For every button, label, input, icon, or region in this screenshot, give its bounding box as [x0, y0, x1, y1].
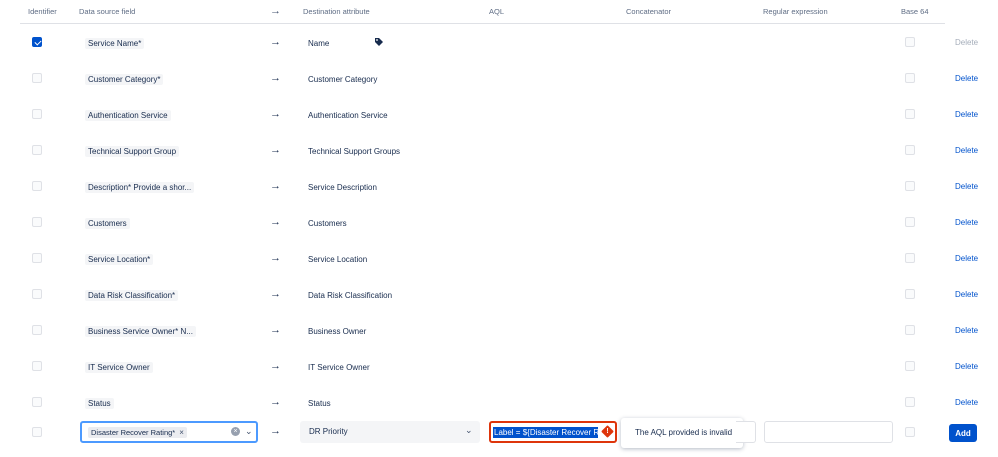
table-row: Customers → Customers Delete [0, 180, 998, 229]
new-row-identifier-checkbox[interactable] [32, 427, 42, 437]
source-field-chip: Status [85, 398, 114, 409]
new-row-base64-checkbox[interactable] [905, 427, 915, 437]
source-field-select[interactable]: Disaster Recover Rating* × × ⌄ [80, 421, 258, 443]
destination-attribute-label: Status [308, 399, 331, 408]
table-row: Status → Status Delete [0, 360, 998, 409]
regular-expression-input[interactable] [764, 421, 893, 443]
base64-checkbox[interactable] [905, 397, 915, 407]
delete-button[interactable]: Delete [955, 398, 978, 407]
add-button[interactable]: Add [949, 424, 977, 442]
table-row: Service Name* → Name Delete [0, 0, 998, 49]
clear-icon[interactable]: × [231, 427, 240, 436]
aql-error-message: The AQL provided is invalid [635, 428, 733, 437]
table-row: Authentication Service → Authentication Se… [0, 72, 998, 121]
table-row: IT Service Owner → IT Service Owner Delete [0, 324, 998, 373]
chevron-down-icon[interactable]: ⌄ [245, 426, 253, 437]
error-icon-glyph: ! [606, 428, 609, 435]
concatenator-input[interactable] [736, 421, 756, 443]
error-icon: ! [601, 425, 614, 438]
table-row: Technical Support Group → Technical Suppor… [0, 108, 998, 157]
arrow-right-icon: → [270, 425, 281, 437]
table-row: Data Risk Classification* → Data Risk Clas… [0, 252, 998, 301]
table-row: Description* Provide a shor... → Service D… [0, 144, 998, 193]
table-row: Business Service Owner* N... → Business Ow… [0, 288, 998, 337]
aql-input[interactable]: Label = ${Disaster Recover Rat ! [489, 421, 617, 443]
chip-remove-icon[interactable]: × [179, 428, 184, 437]
arrow-right-icon: → [270, 396, 281, 408]
table-row: Customer Category* → Customer Category Dele… [0, 36, 998, 85]
destination-attribute-select[interactable]: DR Priority ⌄ [300, 421, 480, 443]
aql-error-tooltip: The AQL provided is invalid [621, 418, 743, 448]
aql-input-value[interactable]: Label = ${Disaster Recover Rat [493, 427, 598, 438]
destination-attribute-value: DR Priority [309, 427, 348, 436]
source-field-chip: Disaster Recover Rating* × [88, 427, 187, 438]
source-field-chip-label: Disaster Recover Rating* [91, 428, 176, 437]
table-row: Service Location* → Service Location Delete [0, 216, 998, 265]
identifier-checkbox[interactable] [32, 397, 42, 407]
chevron-down-icon[interactable]: ⌄ [465, 425, 473, 436]
